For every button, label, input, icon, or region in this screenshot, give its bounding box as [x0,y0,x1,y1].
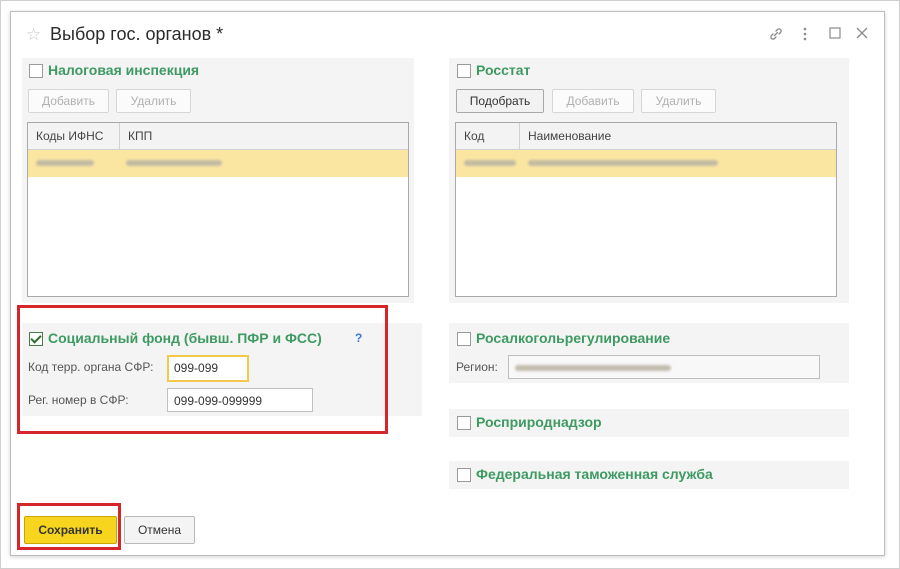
maximize-icon[interactable] [829,26,841,42]
more-icon[interactable] [802,26,808,45]
table-row[interactable] [28,150,408,177]
rosstat-checkbox[interactable] [457,64,471,78]
favorite-star-icon[interactable]: ☆ [26,26,41,44]
rosstat-table-header: Код Наименование [456,123,836,150]
tax-col-kpp[interactable]: КПП [120,123,408,149]
rosprirod-title: Росприроднадзор [476,414,602,430]
redacted-value [36,160,94,166]
rosprirod-checkbox[interactable] [457,416,471,430]
rosalko-checkbox[interactable] [457,332,471,346]
highlight-frame [17,305,388,434]
redacted-value [528,160,718,166]
tax-add-button[interactable]: Добавить [28,89,109,113]
table-row[interactable] [456,150,836,177]
rosstat-col-code[interactable]: Код [456,123,520,149]
dialog-title: Выбор гос. органов * [50,24,224,44]
rosalko-title: Росалкогольрегулирование [476,330,671,346]
redacted-value [515,365,671,371]
highlight-frame [17,503,121,550]
rosalko-region-input[interactable] [508,355,820,379]
tax-table-header: Коды ИФНС КПП [28,123,408,150]
fts-checkbox[interactable] [457,468,471,482]
redacted-value [126,160,222,166]
rosstat-title: Росстат [476,62,531,78]
redacted-value [464,160,516,166]
tax-col-ifns[interactable]: Коды ИФНС [28,123,120,149]
tax-title: Налоговая инспекция [48,62,200,78]
rosalko-region-label: Регион: [456,360,498,374]
link-icon[interactable] [768,26,784,45]
close-icon[interactable] [856,26,868,42]
rosstat-col-name[interactable]: Наименование [520,123,836,149]
tax-delete-button[interactable]: Удалить [116,89,191,113]
rosstat-table[interactable]: Код Наименование [455,122,837,297]
rosstat-add-button[interactable]: Добавить [552,89,634,113]
cancel-button[interactable]: Отмена [124,516,195,544]
tax-checkbox[interactable] [29,64,43,78]
tax-table[interactable]: Коды ИФНС КПП [27,122,409,297]
fts-title: Федеральная таможенная служба [476,466,713,482]
rosstat-pick-button[interactable]: Подобрать [456,89,544,113]
rosstat-delete-button[interactable]: Удалить [641,89,716,113]
